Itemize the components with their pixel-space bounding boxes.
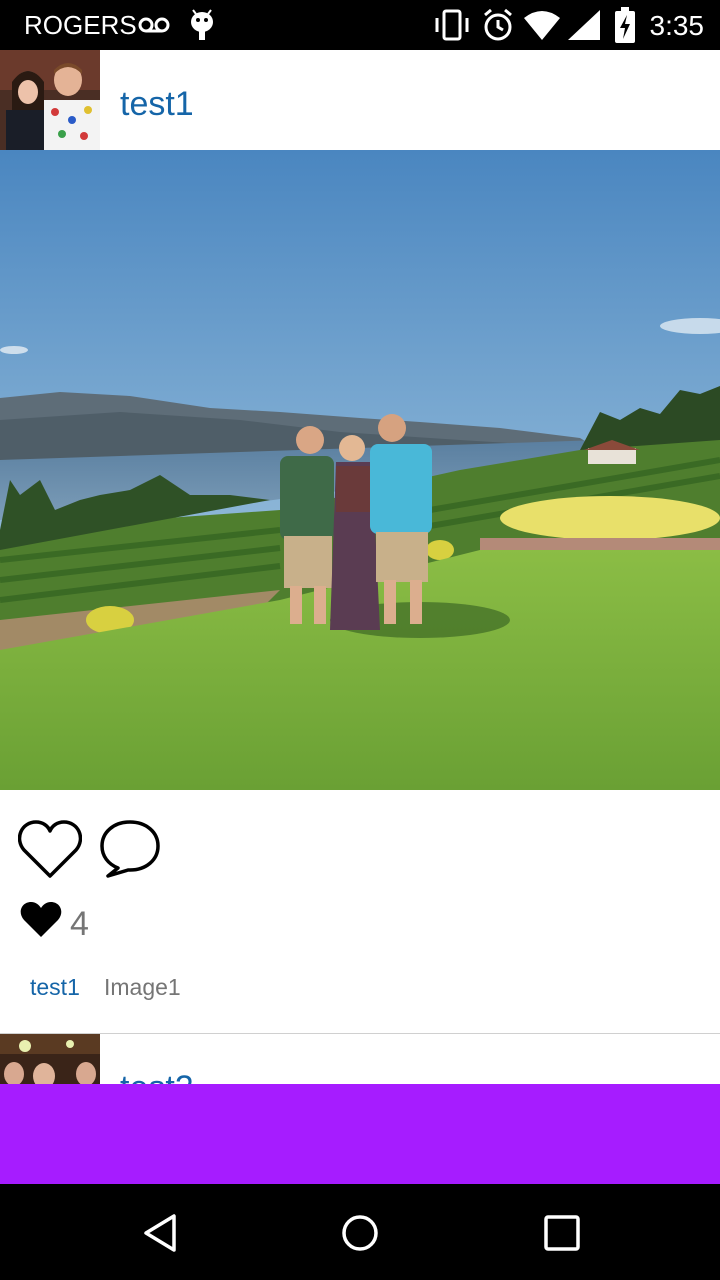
navigation-bar [0, 1184, 720, 1280]
vibrate-icon [435, 9, 469, 41]
avatar[interactable] [0, 1034, 100, 1084]
heart-filled-icon [20, 902, 62, 937]
post-image[interactable] [0, 150, 720, 790]
next-post-username[interactable]: test2 [120, 1069, 194, 1084]
bottom-accent-bar [0, 1084, 720, 1184]
heart-outline-icon[interactable] [18, 820, 82, 880]
back-icon[interactable] [140, 1212, 180, 1254]
android-debug-icon [191, 9, 213, 40]
battery-charging-icon [615, 7, 635, 43]
clock: 3:35 [649, 10, 705, 41]
voicemail-icon [138, 17, 170, 33]
wifi-icon [524, 11, 560, 40]
caption-username[interactable]: test1 [30, 974, 80, 1001]
avatar[interactable] [0, 50, 100, 150]
post-header[interactable]: test1 [0, 50, 720, 150]
recents-icon[interactable] [542, 1212, 582, 1254]
signal-icon [568, 10, 600, 40]
post-username[interactable]: test1 [120, 85, 194, 124]
caption-text: Image1 [104, 974, 181, 1000]
post-actions: 4 test1 Image1 [0, 790, 720, 1034]
alarm-icon [484, 8, 512, 41]
comment-icon[interactable] [98, 818, 162, 880]
status-bar: ROGERS 3:35 [0, 0, 720, 50]
likes-count: 4 [70, 905, 89, 943]
carrier-label: ROGERS [24, 10, 137, 40]
home-icon[interactable] [340, 1212, 380, 1254]
next-post-header[interactable]: test2 [0, 1034, 720, 1084]
